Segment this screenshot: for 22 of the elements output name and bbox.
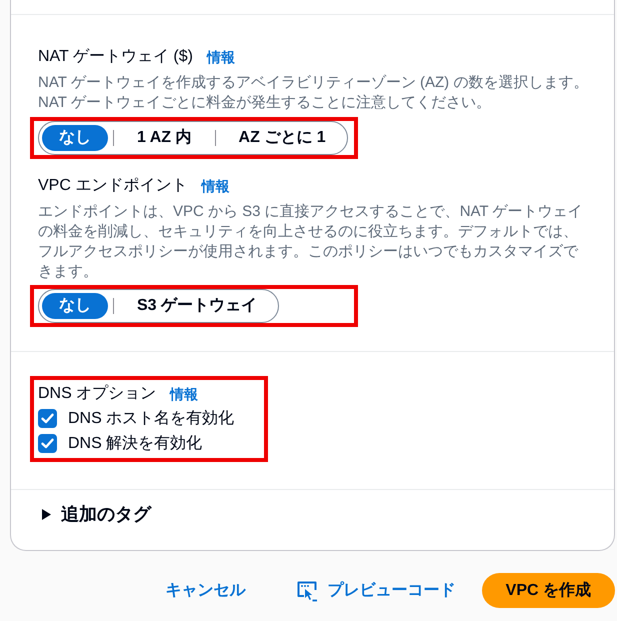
checkbox-label: DNS ホスト名を有効化 bbox=[68, 408, 234, 428]
checkbox-label: DNS 解決を有効化 bbox=[68, 434, 202, 454]
field-title: DNS オプション bbox=[38, 384, 156, 404]
field-title: VPC エンドポイント bbox=[38, 176, 188, 196]
segment-option[interactable]: なし bbox=[42, 125, 108, 151]
preview-code-button[interactable]: プレビューコード bbox=[296, 578, 456, 602]
window-pointer-icon bbox=[296, 580, 318, 602]
create-vpc-button[interactable]: VPC を作成 bbox=[482, 573, 615, 608]
segment-option[interactable]: 1 AZ 内 bbox=[119, 125, 210, 151]
info-link[interactable]: 情報 bbox=[201, 176, 230, 196]
segment-option[interactable]: S3 ゲートウェイ bbox=[119, 293, 276, 319]
expand-section-toggle[interactable]: 追加のタグ bbox=[42, 501, 151, 527]
checkbox[interactable] bbox=[38, 409, 57, 428]
segment-option[interactable]: なし bbox=[42, 293, 108, 319]
segment-option[interactable]: AZ ごとに 1 bbox=[220, 125, 344, 151]
field-description: NAT ゲートウェイを作成するアベイラビリティーゾーン (AZ) の数を選択します。NAT ゲートウェイごとに料金が発生することに注意してください。 bbox=[38, 73, 590, 113]
cancel-link[interactable]: キャンセル bbox=[166, 578, 246, 602]
info-link[interactable]: 情報 bbox=[170, 384, 198, 404]
checkbox[interactable] bbox=[38, 434, 57, 453]
info-link[interactable]: 情報 bbox=[206, 47, 235, 67]
field-description: エンドポイントは、VPC から S3 に直接アクセスすることで、NAT ゲートウェイの料金を削減し、セキュリティを向上させるのに役立ちます。デフォルトでは、フルアクセスポリシーが使用されます。このポリシーはいつでもカスタマイズできます。 bbox=[38, 202, 584, 282]
field-title: NAT ゲートウェイ ($) bbox=[38, 47, 193, 67]
